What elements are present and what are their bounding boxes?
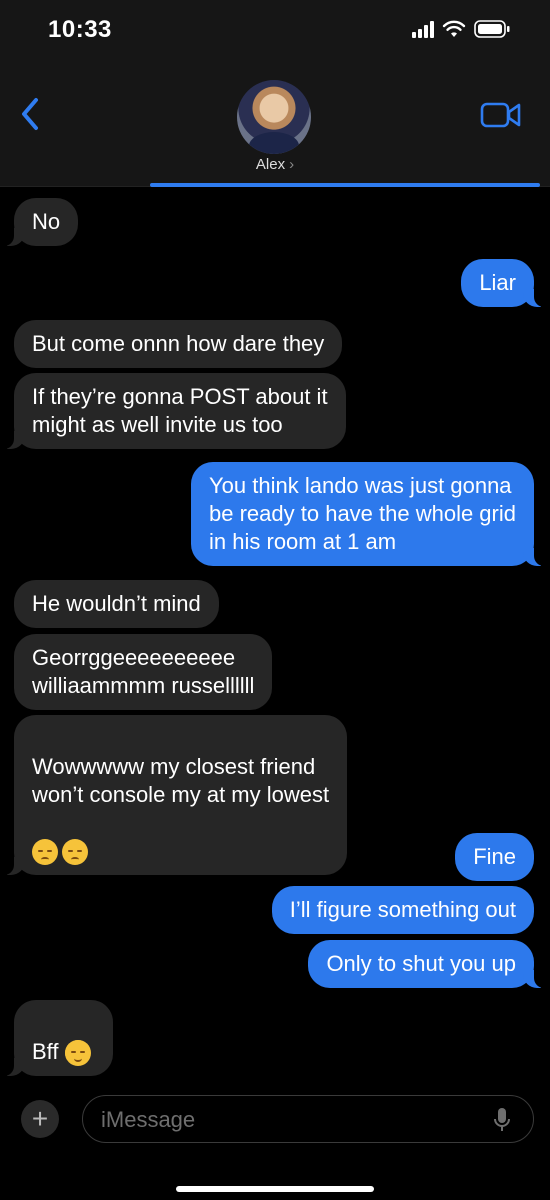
video-call-icon[interactable] — [480, 100, 522, 130]
message-sent[interactable]: Fine — [455, 833, 534, 881]
message-received[interactable]: But come onnn how dare they — [14, 320, 343, 368]
back-chevron-icon[interactable] — [16, 94, 46, 134]
message-received[interactable]: Georrggeeeeeeeeee williaammmm russelllll… — [14, 634, 273, 710]
plus-icon: + — [31, 1103, 49, 1134]
message-sent[interactable]: You think lando was just gonna be ready … — [191, 462, 546, 566]
apps-plus-button[interactable]: + — [21, 1100, 59, 1138]
signal-icon — [412, 20, 434, 38]
message-received[interactable]: Wowwwww my closest friend won’t console … — [1, 715, 348, 876]
chevron-right-icon: › — [289, 156, 295, 173]
conversation-header: 10:33 Alex › — [0, 0, 550, 187]
message-sent[interactable]: Only to shut you up — [308, 940, 546, 988]
message-sent[interactable]: Liar — [461, 259, 546, 307]
contact-name-label: Alex — [255, 156, 286, 173]
smiling-face-icon — [64, 1040, 91, 1067]
contact-name[interactable]: Alex › — [0, 156, 550, 173]
message-received[interactable]: Bff — [2, 1000, 113, 1077]
battery-icon — [474, 20, 510, 38]
wifi-icon — [442, 20, 466, 37]
status-time: 10:33 — [48, 16, 112, 43]
message-received[interactable]: If they’re gonna POST about it might as … — [2, 373, 346, 449]
message-received[interactable]: He wouldn’t mind — [14, 580, 219, 628]
status-icons — [412, 20, 510, 38]
message-received[interactable]: No — [1, 198, 79, 246]
microphone-icon[interactable] — [493, 1107, 511, 1133]
pensive-face-icon — [62, 839, 88, 866]
imessage-input[interactable]: iMessage — [82, 1095, 534, 1143]
pensive-face-icon — [32, 839, 58, 866]
input-placeholder: iMessage — [101, 1107, 196, 1132]
home-indicator — [176, 1186, 374, 1192]
message-sent[interactable]: I’ll figure something out — [271, 886, 534, 934]
contact-avatar[interactable] — [237, 80, 311, 154]
previous-message-edge — [150, 183, 540, 187]
